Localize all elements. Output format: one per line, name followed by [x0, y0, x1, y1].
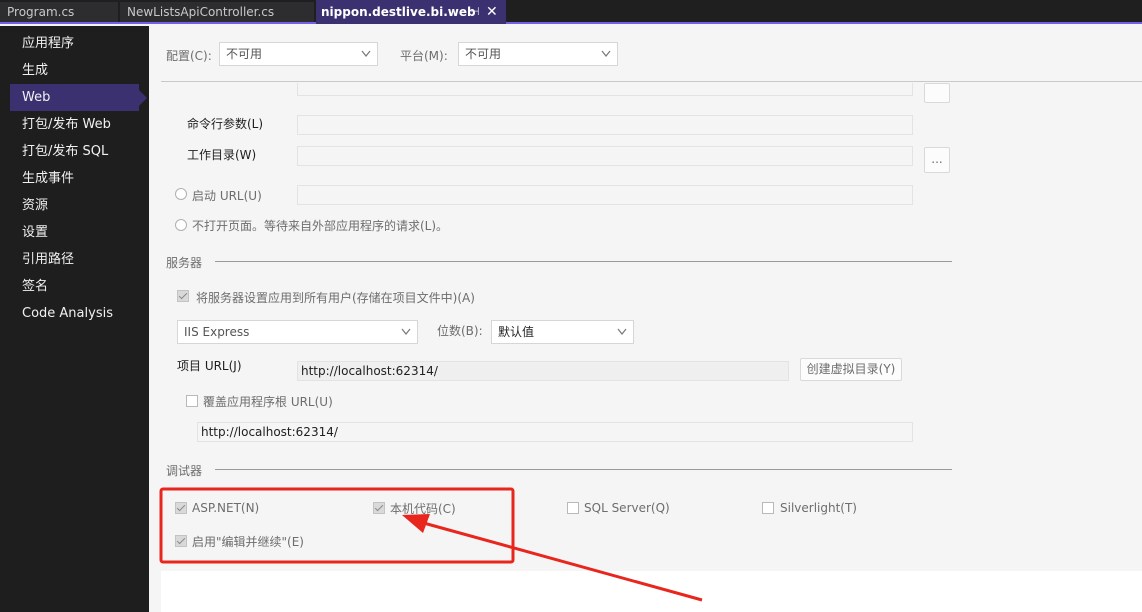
- sidebar-item-package-web[interactable]: 打包/发布 Web: [10, 111, 139, 138]
- sidebar-item-signing[interactable]: 签名: [10, 273, 139, 300]
- apply-all-checkbox[interactable]: [177, 290, 189, 302]
- workdir-label: 工作目录(W): [187, 148, 257, 162]
- partial-textbox[interactable]: [297, 83, 913, 96]
- debuggers-section-title: 调试器: [166, 464, 203, 478]
- start-url-input[interactable]: [297, 185, 913, 205]
- bitness-select-value: 默认值: [498, 325, 535, 339]
- platform-select-value: 不可用: [465, 47, 502, 61]
- close-icon[interactable]: ✕: [486, 0, 498, 24]
- platform-select[interactable]: 不可用: [458, 42, 618, 66]
- override-root-input[interactable]: http://localhost:62314/: [197, 422, 913, 442]
- project-url-label: 项目 URL(J): [177, 359, 242, 373]
- tab-project-properties-label: nippon.destlive.bi.web: [321, 5, 476, 19]
- server-select[interactable]: IIS Express: [177, 320, 418, 344]
- debugger-native-label: 本机代码(C): [390, 502, 456, 516]
- tab-newlistsapicontroller-cs[interactable]: NewListsApiController.cs: [120, 2, 314, 22]
- config-divider: [161, 81, 1142, 82]
- platform-label: 平台(M):: [400, 49, 448, 63]
- debugger-aspnet-label: ASP.NET(N): [192, 501, 260, 515]
- servers-divider: [215, 261, 952, 262]
- debugger-edit-continue-checkbox[interactable]: [175, 535, 187, 547]
- cmd-args-input[interactable]: [297, 115, 913, 135]
- partial-browse-button[interactable]: [924, 83, 950, 103]
- debugger-native-checkbox[interactable]: [373, 502, 385, 514]
- start-url-label: 启动 URL(U): [192, 189, 262, 203]
- chevron-down-icon: [361, 50, 371, 57]
- no-open-radio[interactable]: [175, 219, 187, 231]
- cmd-args-label: 命令行参数(L): [187, 117, 264, 131]
- start-url-radio[interactable]: [175, 188, 187, 200]
- debugger-edit-continue-label: 启用"编辑并继续"(E): [192, 535, 304, 549]
- tab-project-properties[interactable]: nippon.destlive.bi.web ⊣ ✕: [316, 0, 506, 24]
- create-virtual-directory-button[interactable]: 创建虚拟目录(Y): [800, 358, 902, 381]
- pin-icon[interactable]: ⊣: [470, 0, 480, 24]
- page-bottom-area: [161, 571, 1142, 612]
- tab-program-cs[interactable]: Program.cs: [0, 2, 118, 22]
- debugger-sql-checkbox[interactable]: [567, 502, 579, 514]
- bitness-label: 位数(B):: [437, 324, 483, 338]
- debugger-silverlight-label: Silverlight(T): [780, 501, 857, 515]
- debuggers-divider: [215, 469, 952, 470]
- config-select[interactable]: 不可用: [219, 42, 378, 66]
- chevron-down-icon: [601, 50, 611, 57]
- sidebar-item-build-events[interactable]: 生成事件: [10, 165, 139, 192]
- chevron-down-icon: [617, 328, 627, 335]
- servers-section-title: 服务器: [166, 256, 203, 270]
- config-select-value: 不可用: [226, 47, 263, 61]
- debugger-sql-label: SQL Server(Q): [584, 501, 670, 515]
- sidebar-item-package-sql[interactable]: 打包/发布 SQL: [10, 138, 139, 165]
- apply-all-label: 将服务器设置应用到所有用户(存储在项目文件中)(A): [196, 291, 475, 305]
- sidebar-item-build[interactable]: 生成: [10, 57, 139, 84]
- workdir-input[interactable]: [297, 146, 913, 166]
- debugger-aspnet-checkbox[interactable]: [175, 502, 187, 514]
- property-pages-sidebar: 应用程序 生成 Web 打包/发布 Web 打包/发布 SQL 生成事件 资源 …: [0, 26, 149, 612]
- chevron-down-icon: [401, 328, 411, 335]
- no-open-label: 不打开页面。等待来自外部应用程序的请求(L)。: [192, 219, 449, 233]
- web-property-page: 配置(C): 不可用 平台(M): 不可用 命令行参数(L) 工作目录(W) .…: [149, 26, 1142, 612]
- sidebar-item-web[interactable]: Web: [10, 84, 147, 111]
- project-url-input[interactable]: http://localhost:62314/: [297, 361, 789, 381]
- sidebar-item-reference-paths[interactable]: 引用路径: [10, 246, 139, 273]
- override-root-checkbox[interactable]: [186, 395, 198, 407]
- bitness-select[interactable]: 默认值: [491, 320, 634, 344]
- workdir-browse-button[interactable]: ...: [924, 147, 950, 173]
- sidebar-item-application[interactable]: 应用程序: [10, 30, 139, 57]
- sidebar-item-resources[interactable]: 资源: [10, 192, 139, 219]
- sidebar-item-settings[interactable]: 设置: [10, 219, 139, 246]
- config-label: 配置(C):: [166, 49, 212, 63]
- document-tab-strip: Program.cs NewListsApiController.cs nipp…: [0, 0, 1142, 24]
- sidebar-item-code-analysis[interactable]: Code Analysis: [10, 300, 139, 327]
- server-select-value: IIS Express: [184, 325, 250, 339]
- debugger-silverlight-checkbox[interactable]: [762, 502, 774, 514]
- override-root-label: 覆盖应用程序根 URL(U): [203, 395, 333, 409]
